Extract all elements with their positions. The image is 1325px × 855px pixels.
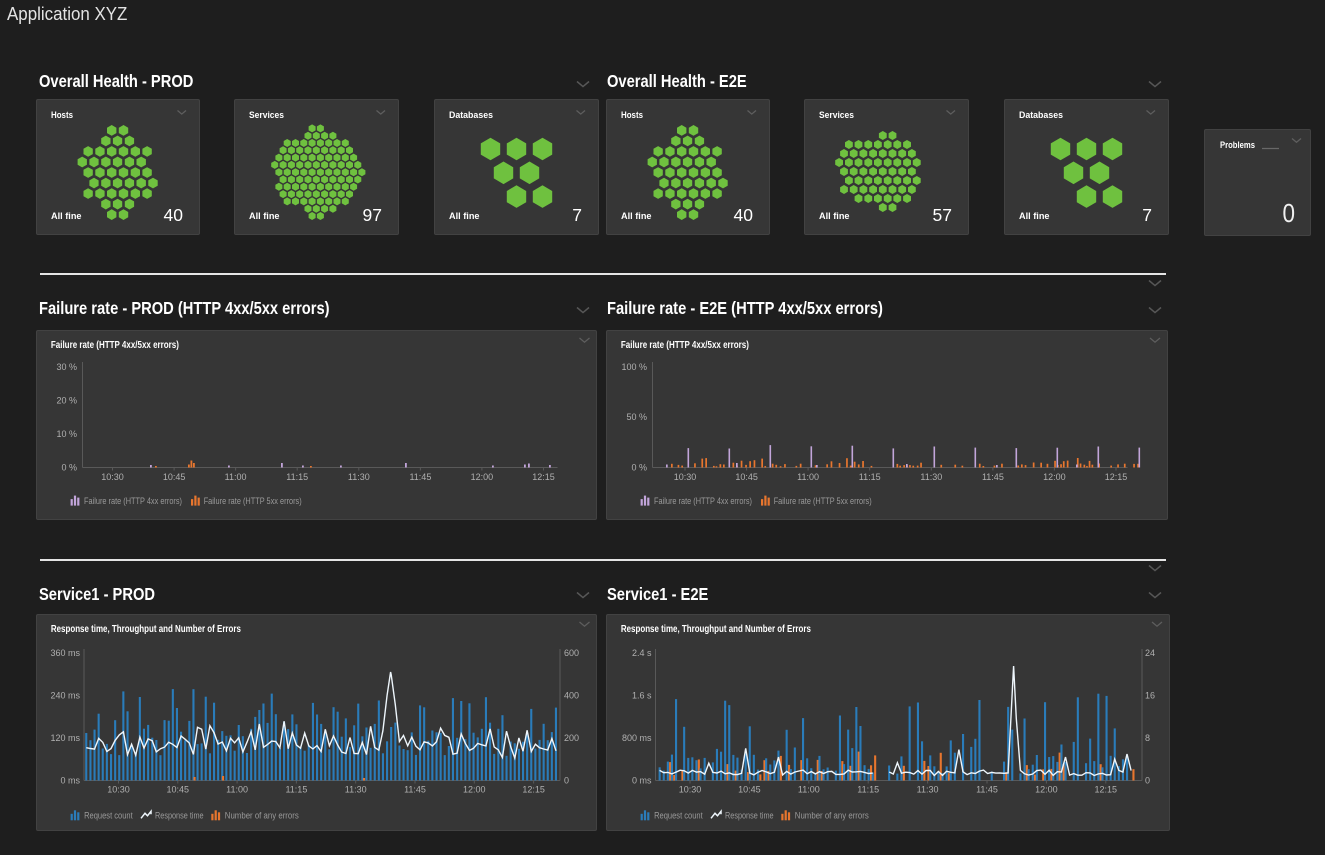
svg-text:Hosts: Hosts (621, 110, 643, 120)
svg-text:12:00: 12:00 (1035, 784, 1058, 794)
svg-text:7: 7 (572, 205, 582, 225)
svg-text:0: 0 (1283, 200, 1296, 228)
svg-text:600: 600 (564, 648, 579, 658)
svg-text:97: 97 (363, 205, 382, 225)
svg-text:Response time: Response time (725, 810, 774, 820)
svg-text:20 %: 20 % (56, 396, 77, 406)
svg-text:Response time, Throughput and: Response time, Throughput and Number of … (50, 624, 240, 635)
svg-text:10:30: 10:30 (674, 472, 697, 482)
svg-text:Response time, Throughput and: Response time, Throughput and Number of … (621, 624, 811, 635)
svg-text:120 ms: 120 ms (50, 733, 80, 743)
svg-text:11:00: 11:00 (226, 784, 248, 794)
svg-text:Failure rate (HTTP 5xx errors): Failure rate (HTTP 5xx errors) (203, 496, 301, 506)
svg-text:11:45: 11:45 (409, 472, 431, 482)
svg-text:All fine: All fine (51, 211, 82, 222)
svg-text:400: 400 (564, 690, 579, 700)
svg-text:11:15: 11:15 (857, 784, 879, 794)
svg-text:16: 16 (1145, 690, 1155, 700)
svg-text:All fine: All fine (621, 211, 652, 222)
svg-text:11:30: 11:30 (347, 472, 369, 482)
svg-text:1.6 s: 1.6 s (632, 690, 652, 700)
svg-text:200: 200 (564, 733, 579, 743)
svg-text:12:15: 12:15 (532, 472, 555, 482)
svg-text:Services: Services (819, 110, 854, 120)
svg-text:All fine: All fine (249, 211, 280, 222)
svg-text:40: 40 (734, 205, 754, 225)
svg-text:Databases: Databases (1019, 110, 1063, 120)
svg-text:Number of any errors: Number of any errors (795, 810, 869, 820)
svg-text:Problems: Problems (1220, 140, 1255, 150)
svg-text:10:30: 10:30 (679, 784, 702, 794)
svg-text:0 ms: 0 ms (60, 775, 80, 785)
svg-text:10 %: 10 % (56, 429, 77, 439)
svg-text:Number of any errors: Number of any errors (224, 810, 298, 820)
svg-text:100 %: 100 % (621, 362, 647, 372)
svg-text:10:45: 10:45 (738, 784, 761, 794)
svg-text:12:15: 12:15 (1095, 784, 1118, 794)
svg-text:0 %: 0 % (61, 463, 77, 473)
svg-text:30 %: 30 % (56, 362, 77, 372)
svg-text:2.4 s: 2.4 s (632, 648, 652, 658)
svg-text:Failure rate (HTTP 4xx errors): Failure rate (HTTP 4xx errors) (84, 496, 182, 506)
svg-text:11:15: 11:15 (859, 472, 881, 482)
svg-text:240 ms: 240 ms (50, 690, 80, 700)
svg-text:11:45: 11:45 (404, 784, 426, 794)
svg-text:11:00: 11:00 (797, 472, 819, 482)
svg-text:Failure rate (HTTP 4xx/5xx err: Failure rate (HTTP 4xx/5xx errors) (50, 340, 178, 351)
svg-text:57: 57 (933, 205, 952, 225)
svg-text:11:45: 11:45 (976, 784, 998, 794)
svg-text:Databases: Databases (449, 110, 493, 120)
svg-text:10:30: 10:30 (107, 784, 130, 794)
svg-text:All fine: All fine (819, 211, 850, 222)
svg-text:Failure rate (HTTP 4xx/5xx err: Failure rate (HTTP 4xx/5xx errors) (621, 340, 749, 351)
svg-text:11:00: 11:00 (224, 472, 246, 482)
svg-text:10:30: 10:30 (101, 472, 124, 482)
svg-text:10:45: 10:45 (166, 784, 189, 794)
svg-text:All fine: All fine (1019, 211, 1050, 222)
svg-text:11:15: 11:15 (285, 784, 307, 794)
svg-text:7: 7 (1142, 205, 1152, 225)
svg-text:10:45: 10:45 (162, 472, 185, 482)
svg-text:0: 0 (1145, 775, 1150, 785)
svg-text:360 ms: 360 ms (50, 648, 80, 658)
svg-text:0 ms: 0 ms (632, 775, 652, 785)
svg-text:0 %: 0 % (631, 463, 647, 473)
svg-text:8: 8 (1145, 733, 1150, 743)
svg-text:0: 0 (564, 775, 569, 785)
svg-text:12:00: 12:00 (1043, 472, 1066, 482)
svg-text:Request count: Request count (654, 810, 703, 820)
svg-text:All fine: All fine (449, 211, 480, 222)
svg-text:11:30: 11:30 (917, 784, 939, 794)
svg-text:11:45: 11:45 (982, 472, 1004, 482)
svg-text:40: 40 (164, 205, 184, 225)
svg-text:24: 24 (1145, 648, 1155, 658)
svg-text:11:15: 11:15 (286, 472, 308, 482)
svg-text:10:45: 10:45 (735, 472, 758, 482)
svg-text:12:15: 12:15 (522, 784, 545, 794)
svg-text:Response time: Response time (155, 810, 204, 820)
svg-text:Hosts: Hosts (51, 110, 73, 120)
svg-text:11:30: 11:30 (920, 472, 942, 482)
svg-text:12:00: 12:00 (470, 472, 493, 482)
svg-text:50 %: 50 % (626, 412, 647, 422)
svg-text:Failure rate (HTTP 4xx errors): Failure rate (HTTP 4xx errors) (654, 496, 752, 506)
svg-text:800 ms: 800 ms (622, 733, 652, 743)
svg-text:Failure rate (HTTP 5xx errors): Failure rate (HTTP 5xx errors) (774, 496, 872, 506)
svg-text:Services: Services (249, 110, 284, 120)
svg-text:11:30: 11:30 (344, 784, 366, 794)
svg-text:11:00: 11:00 (798, 784, 820, 794)
svg-text:12:00: 12:00 (463, 784, 486, 794)
svg-text:Request count: Request count (84, 810, 133, 820)
svg-text:12:15: 12:15 (1105, 472, 1128, 482)
